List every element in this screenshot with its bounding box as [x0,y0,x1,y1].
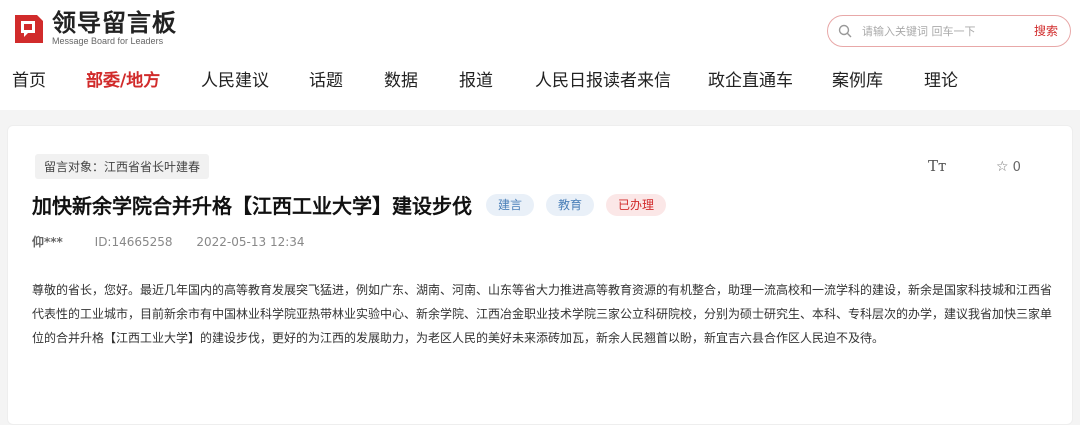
message-body: 尊敬的省长，您好。最近几年国内的高等教育发展突飞猛进，例如广东、湖南、河南、山东… [32,283,1053,345]
message-card: 留言对象：江西省省长叶建春 Tт ☆ 0 加快新余学院合并升格【江西工业大学】建… [7,125,1073,425]
message-title: 加快新余学院合并升格【江西工业大学】建设步伐 [32,194,472,218]
logo-text: 领导留言板 Message Board for Leaders [52,10,177,47]
nav-item-theory[interactable]: 理论 [924,66,958,91]
logo-subtitle: Message Board for Leaders [52,36,164,46]
font-size-toggle-icon[interactable]: Tт [928,157,946,175]
nav-item-enterprise-direct[interactable]: 政企直通车 [708,66,793,91]
logo-title: 领导留言板 [52,9,177,37]
nav-item-reports[interactable]: 报道 [459,66,493,91]
message-id: ID:14665258 [94,235,173,249]
search-input[interactable] [862,21,1012,41]
status-badge: 已办理 [606,193,667,216]
site-logo[interactable]: 领导留言板 Message Board for Leaders [12,10,177,47]
message-meta: 仰*** ID:14665258 2022-05-13 12:34 [32,233,325,250]
nav-item-data[interactable]: 数据 [384,66,418,91]
type-badge: 建言 [486,193,535,216]
site-header: 领导留言板 Message Board for Leaders 搜索 首页 部委… [0,0,1080,110]
nav-item-reader-letters[interactable]: 人民日报读者来信 [535,66,671,91]
main-nav: 首页 部委/地方 人民建议 话题 数据 报道 人民日报读者来信 政企直通车 案例… [0,60,1080,96]
nav-item-people-suggestions[interactable]: 人民建议 [201,66,269,91]
search-button[interactable]: 搜索 [1034,22,1058,39]
logo-mark-icon [15,14,43,43]
domain-badge: 教育 [546,193,595,216]
favorite-button[interactable]: ☆ 0 [996,159,1021,175]
title-row: 加快新余学院合并升格【江西工业大学】建设步伐 建言 教育 已办理 [32,190,667,219]
nav-item-topics[interactable]: 话题 [309,66,343,91]
author-name: 仰*** [32,235,63,249]
recipient-tag: 留言对象：江西省省长叶建春 [35,154,210,179]
favorite-count: 0 [1012,159,1021,175]
message-datetime: 2022-05-13 12:34 [196,235,305,249]
nav-item-ministries-local[interactable]: 部委/地方 [86,66,160,91]
nav-item-home[interactable]: 首页 [12,66,46,91]
search-box: 搜索 [827,15,1071,47]
nav-item-case-library[interactable]: 案例库 [832,66,883,91]
search-icon [838,24,852,38]
star-icon: ☆ [996,159,1009,175]
